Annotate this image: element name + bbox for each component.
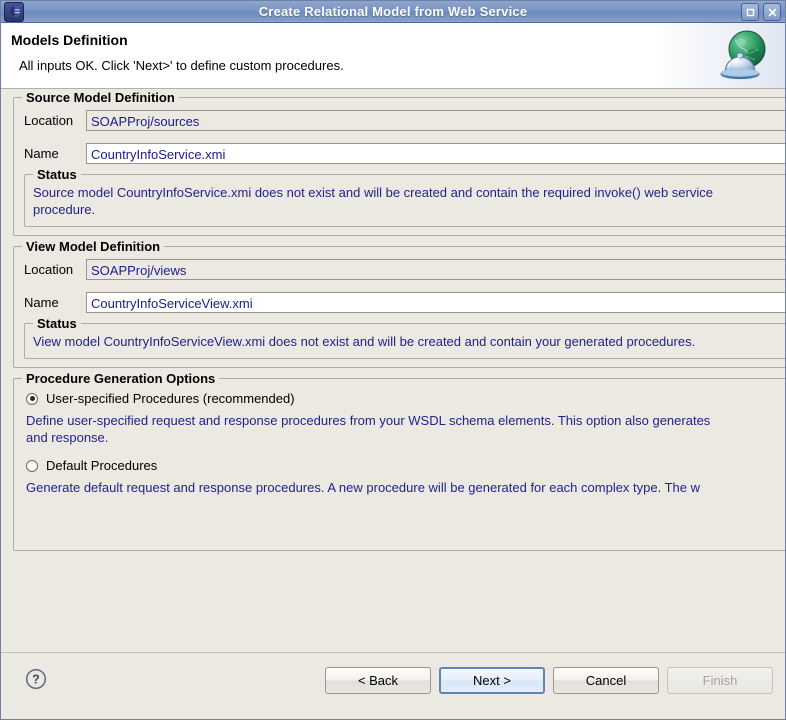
- view-name-input[interactable]: CountryInfoServiceView.xmi: [86, 292, 785, 313]
- source-name-row: Name CountryInfoService.xmi ...: [24, 141, 785, 166]
- source-location-row: Location SOAPProj/sources ...: [24, 108, 785, 133]
- radio-user-specified-icon[interactable]: [26, 393, 38, 405]
- option-user-specified-procedures[interactable]: User-specified Procedures (recommended): [26, 391, 785, 406]
- option-default-procedures[interactable]: Default Procedures: [26, 458, 785, 473]
- wizard-header: Models Definition All inputs OK. Click '…: [1, 23, 785, 89]
- procedure-generation-options-group: Procedure Generation Options User-specif…: [13, 378, 785, 551]
- source-model-legend: Source Model Definition: [22, 90, 179, 105]
- finish-button: Finish: [667, 667, 773, 694]
- dialog-window: Create Relational Model from Web Service…: [0, 0, 786, 720]
- source-name-label: Name: [24, 146, 86, 161]
- back-button[interactable]: < Back: [325, 667, 431, 694]
- radio-default-procedures-icon[interactable]: [26, 460, 38, 472]
- view-location-label: Location: [24, 262, 86, 277]
- option-default-label: Default Procedures: [46, 458, 157, 473]
- option-default-description: Generate default request and response pr…: [26, 479, 785, 496]
- svg-text:?: ?: [32, 673, 40, 687]
- page-subtitle: All inputs OK. Click 'Next>' to define c…: [19, 58, 344, 73]
- maximize-icon[interactable]: [741, 3, 759, 21]
- next-button[interactable]: Next >: [439, 667, 545, 694]
- view-name-label: Name: [24, 295, 86, 310]
- cancel-button[interactable]: Cancel: [553, 667, 659, 694]
- view-location-input[interactable]: SOAPProj/views: [86, 259, 785, 280]
- procedure-options-legend: Procedure Generation Options: [22, 371, 219, 386]
- source-location-label: Location: [24, 113, 86, 128]
- option-user-specified-label: User-specified Procedures (recommended): [46, 391, 295, 406]
- source-status-group: Status Source model CountryInfoService.x…: [24, 174, 785, 227]
- window-title: Create Relational Model from Web Service: [1, 4, 785, 19]
- globe-web-service-icon: [713, 27, 775, 85]
- source-location-input[interactable]: SOAPProj/sources: [86, 110, 785, 131]
- wizard-content: Source Model Definition Location SOAPPro…: [1, 89, 785, 561]
- option-user-specified-description: Define user-specified request and respon…: [26, 412, 785, 446]
- help-question-icon[interactable]: ?: [25, 668, 47, 690]
- dialog-button-bar: < Back Next > Cancel Finish: [325, 667, 773, 694]
- window-controls: [741, 3, 781, 21]
- web-service-app-icon: [4, 2, 24, 22]
- page-title: Models Definition: [11, 32, 128, 48]
- wizard-body: Source Model Definition Location SOAPPro…: [1, 89, 785, 652]
- source-model-group: Source Model Definition Location SOAPPro…: [13, 97, 785, 236]
- view-location-row: Location SOAPProj/views ...: [24, 257, 785, 282]
- close-icon[interactable]: [763, 3, 781, 21]
- view-model-legend: View Model Definition: [22, 239, 164, 254]
- source-status-text: Source model CountryInfoService.xmi does…: [33, 184, 773, 218]
- view-status-text: View model CountryInfoServiceView.xmi do…: [33, 333, 773, 350]
- source-status-legend: Status: [33, 167, 81, 182]
- view-name-row: Name CountryInfoServiceView.xmi ...: [24, 290, 785, 315]
- view-model-group: View Model Definition Location SOAPProj/…: [13, 246, 785, 368]
- options-spacer: [24, 508, 785, 542]
- view-status-legend: Status: [33, 316, 81, 331]
- view-status-group: Status View model CountryInfoServiceView…: [24, 323, 785, 359]
- dialog-footer: ? < Back Next > Cancel Finish: [1, 652, 785, 719]
- title-bar: Create Relational Model from Web Service: [1, 1, 785, 23]
- source-name-input[interactable]: CountryInfoService.xmi: [86, 143, 785, 164]
